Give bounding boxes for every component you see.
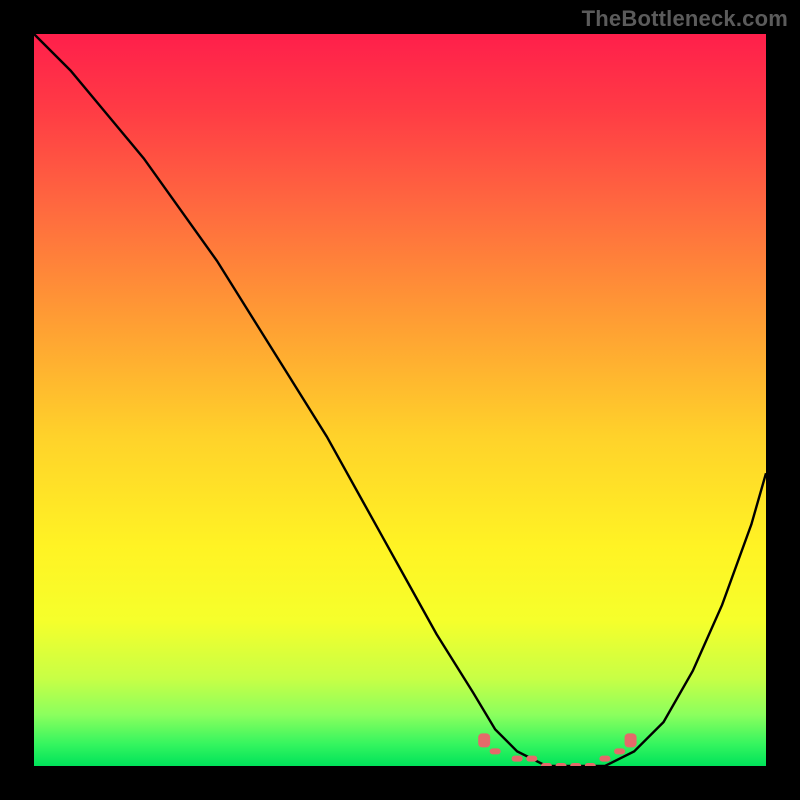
- gradient-background: [34, 34, 766, 766]
- watermark-text: TheBottleneck.com: [582, 6, 788, 32]
- chart-frame: TheBottleneck.com: [0, 0, 800, 800]
- plot-area: [34, 34, 766, 766]
